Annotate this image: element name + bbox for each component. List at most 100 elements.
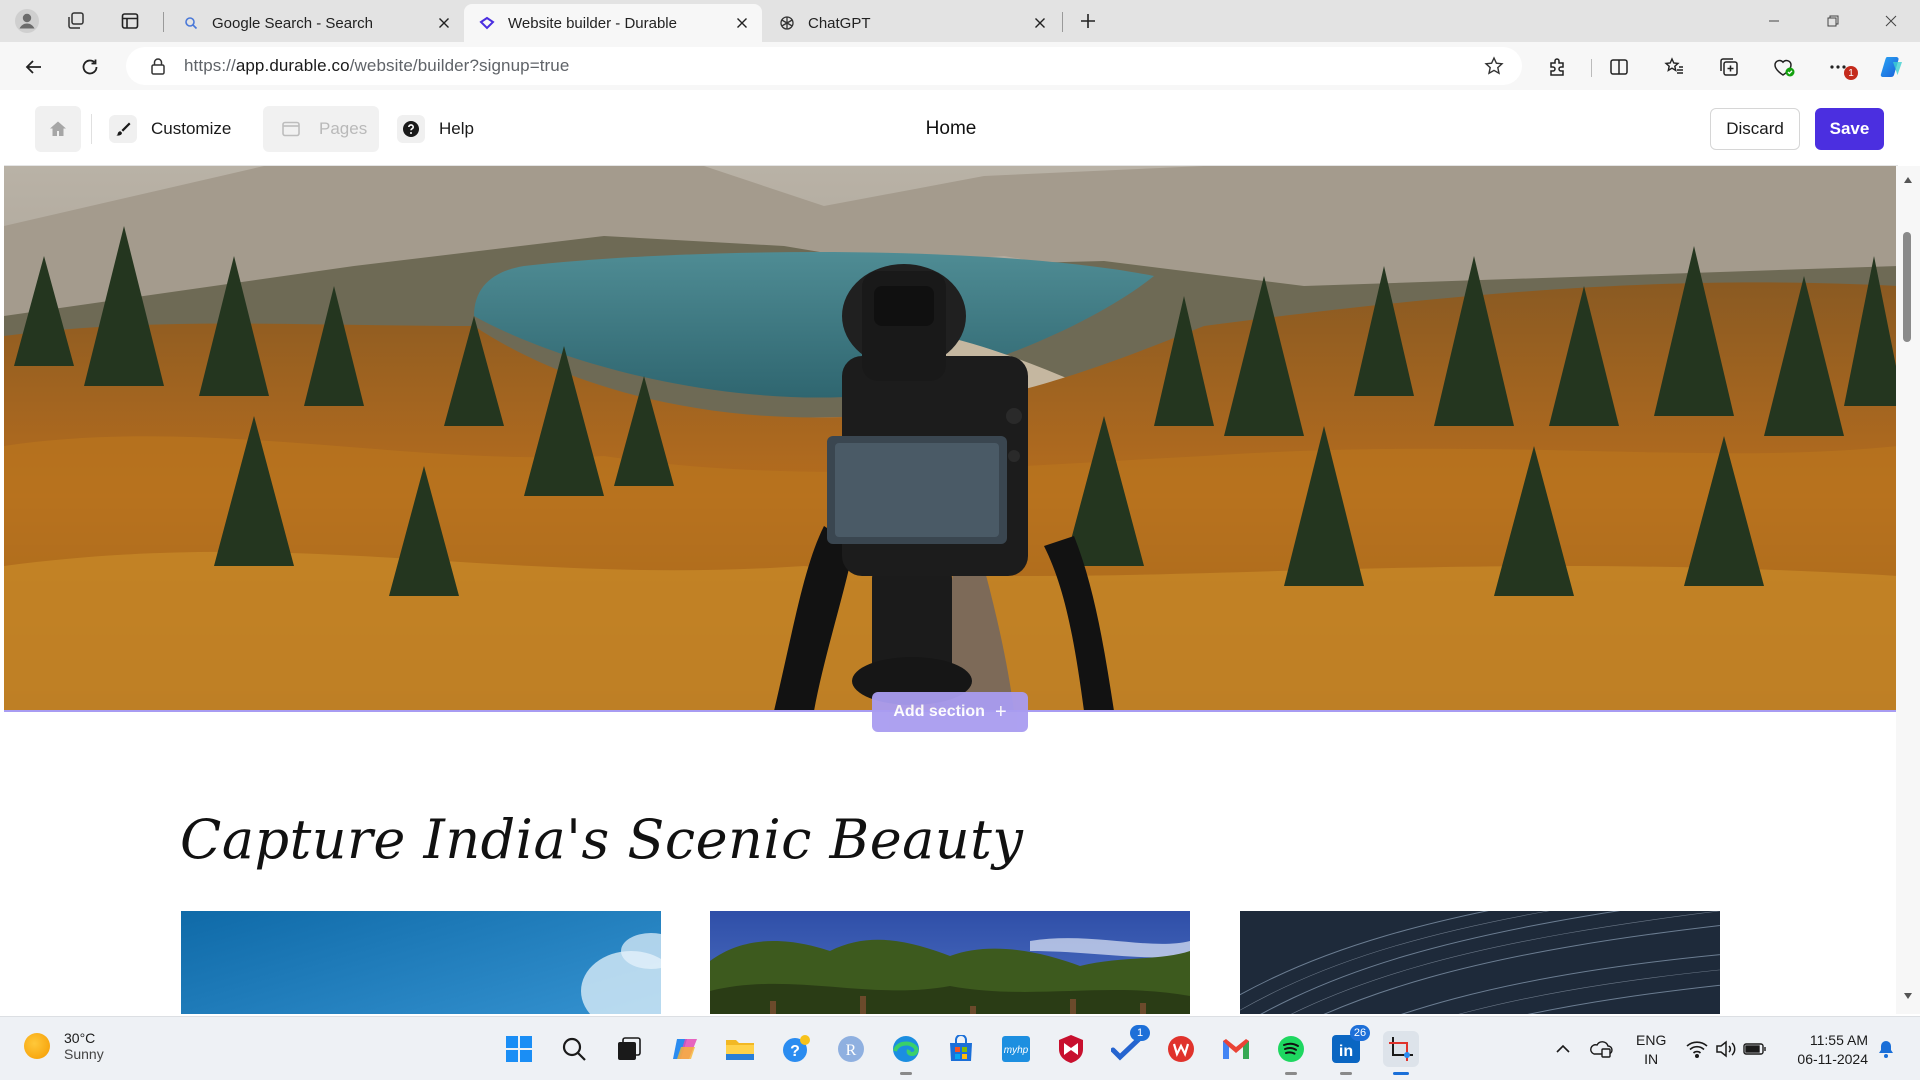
hero-image[interactable] [4, 166, 1898, 711]
tab-actions-icon[interactable] [115, 7, 145, 35]
builder-toolbar: Customize Pages Help Home Discard Save [4, 90, 1898, 166]
microsoft-todo-icon[interactable]: 1 [1108, 1025, 1150, 1067]
website-preview-canvas: Add section + Capture India's Scenic Bea… [4, 166, 1898, 1014]
tab-title: ChatGPT [808, 14, 871, 32]
gallery-image-forest[interactable] [710, 911, 1190, 1014]
profile-r-icon[interactable]: R [833, 1031, 869, 1067]
search-icon [182, 14, 200, 32]
task-view-icon[interactable] [611, 1031, 647, 1067]
browser-tab-strip: Google Search - Search Website builder -… [0, 0, 1920, 42]
running-indicator [1285, 1072, 1297, 1075]
system-clock[interactable]: 11:55 AM 06-11-2024 [1780, 1031, 1868, 1069]
svg-text:myhp: myhp [1004, 1045, 1029, 1056]
weather-description: Sunny [64, 1046, 104, 1062]
minimize-icon[interactable] [1745, 0, 1803, 42]
linkedin-badge: 26 [1350, 1025, 1370, 1041]
gallery-image-sky[interactable] [181, 911, 661, 1014]
favorites-icon[interactable] [1657, 50, 1691, 84]
customize-button[interactable]: Customize [109, 106, 231, 152]
tab-website-builder[interactable]: Website builder - Durable [464, 4, 762, 42]
running-indicator [1393, 1072, 1409, 1075]
save-button[interactable]: Save [1815, 108, 1884, 150]
restore-icon[interactable] [1804, 0, 1862, 42]
new-tab-icon[interactable] [1073, 7, 1103, 35]
tab-separator [1062, 12, 1063, 32]
close-window-icon[interactable] [1862, 0, 1920, 42]
home-icon [48, 119, 68, 139]
pages-icon [277, 115, 305, 143]
svg-text:?: ? [790, 1043, 800, 1060]
battery-icon[interactable] [1743, 1037, 1767, 1061]
mcafee-icon[interactable] [1053, 1031, 1089, 1067]
browser-essentials-icon[interactable] [1767, 50, 1801, 84]
running-indicator [1340, 1072, 1352, 1075]
extensions-icon[interactable] [1541, 50, 1575, 84]
edge-browser-icon[interactable] [888, 1031, 924, 1075]
toolbar-divider [91, 114, 92, 144]
copilot-app-icon[interactable] [667, 1031, 703, 1067]
gmail-icon[interactable] [1218, 1031, 1254, 1067]
close-tab-icon[interactable] [434, 13, 454, 33]
lock-icon[interactable] [150, 57, 168, 75]
tab-google-search[interactable]: Google Search - Search [168, 4, 464, 42]
brush-icon [109, 115, 137, 143]
pages-button[interactable]: Pages [263, 106, 380, 152]
myhp-icon[interactable]: myhp [998, 1031, 1034, 1067]
language-indicator[interactable]: ENG IN [1636, 1031, 1666, 1069]
start-windows-icon[interactable] [501, 1031, 537, 1067]
add-section-button[interactable]: Add section + [872, 692, 1028, 732]
copilot-icon[interactable] [1875, 50, 1909, 84]
volume-icon[interactable] [1714, 1037, 1738, 1061]
back-arrow-icon[interactable] [17, 50, 51, 84]
sun-icon [24, 1033, 50, 1059]
page-scrollbar[interactable] [1896, 166, 1920, 1014]
microsoft-store-icon[interactable] [943, 1031, 979, 1067]
customize-label: Customize [151, 119, 232, 138]
profile-icon[interactable] [12, 7, 42, 35]
clock-date: 06-11-2024 [1797, 1051, 1868, 1067]
gallery-image-star-trails[interactable] [1240, 911, 1720, 1014]
workspaces-icon[interactable] [61, 7, 91, 35]
show-hidden-icons-chevron-icon[interactable] [1551, 1037, 1575, 1061]
notification-bell-icon[interactable] [1874, 1037, 1898, 1061]
browser-navigation-bar: https://app.durable.co/website/builder?s… [0, 42, 1920, 90]
section-heading[interactable]: Capture India's Scenic Beauty [180, 808, 1023, 871]
close-tab-icon[interactable] [732, 13, 752, 33]
collections-icon[interactable] [1712, 50, 1746, 84]
get-help-icon[interactable]: ? [778, 1031, 814, 1067]
tab-title: Google Search - Search [212, 14, 373, 32]
weather-temperature: 30°C [64, 1030, 96, 1046]
snipping-tool-icon[interactable] [1383, 1031, 1419, 1075]
wps-office-icon[interactable] [1163, 1031, 1199, 1067]
tab-separator [163, 12, 164, 32]
split-screen-icon[interactable] [1602, 50, 1636, 84]
scroll-up-arrow-icon[interactable] [1903, 176, 1913, 184]
url-domain: app.durable.co [235, 56, 350, 75]
weather-widget[interactable]: 30°C Sunny [24, 1030, 104, 1062]
running-indicator [900, 1072, 912, 1075]
chatgpt-icon [778, 14, 796, 32]
home-button[interactable] [35, 106, 81, 152]
pages-label: Pages [319, 119, 368, 138]
spotify-icon[interactable] [1273, 1031, 1309, 1075]
toolbar-separator [1591, 59, 1592, 77]
address-bar[interactable]: https://app.durable.co/website/builder?s… [126, 47, 1522, 85]
settings-and-more-icon[interactable]: 1 [1822, 50, 1858, 84]
svg-text:in: in [1339, 1043, 1353, 1060]
linkedin-icon[interactable]: in 26 [1328, 1025, 1370, 1075]
favorite-star-icon[interactable] [1484, 56, 1504, 76]
language-code: ENG [1636, 1032, 1667, 1048]
help-button[interactable]: Help [397, 106, 474, 152]
file-explorer-icon[interactable] [722, 1031, 758, 1067]
refresh-icon[interactable] [73, 50, 107, 84]
svg-text:R: R [846, 1042, 857, 1059]
durable-logo-icon [478, 14, 496, 32]
search-icon[interactable] [556, 1031, 592, 1067]
wifi-icon[interactable] [1685, 1037, 1709, 1061]
onedrive-icon[interactable] [1589, 1037, 1613, 1061]
scroll-down-arrow-icon[interactable] [1903, 992, 1913, 1000]
tab-chatgpt[interactable]: ChatGPT [764, 4, 1060, 42]
discard-button[interactable]: Discard [1710, 108, 1800, 150]
close-tab-icon[interactable] [1030, 13, 1050, 33]
scrollbar-thumb[interactable] [1903, 232, 1911, 342]
